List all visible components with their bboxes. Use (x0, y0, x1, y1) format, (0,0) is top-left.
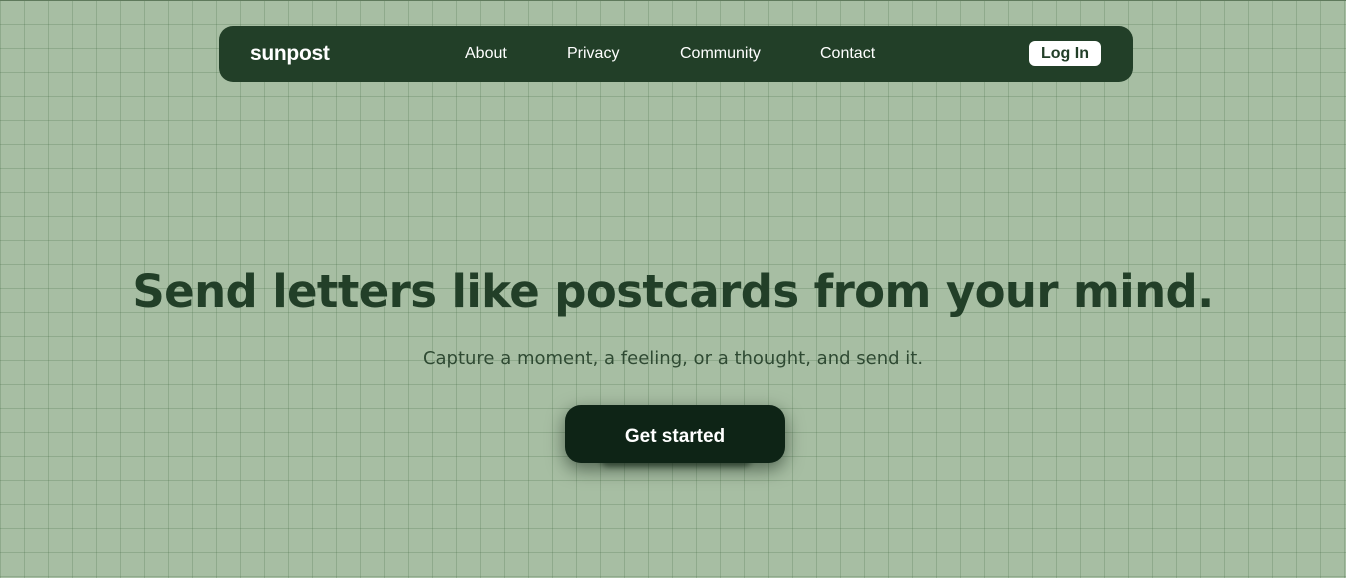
navbar: sunpost About Privacy Community Contact … (219, 26, 1133, 82)
hero-subtitle: Capture a moment, a feeling, or a though… (422, 348, 924, 369)
nav-link-about[interactable]: About (465, 26, 507, 82)
brand-logo[interactable]: sunpost (250, 26, 330, 82)
nav-link-contact[interactable]: Contact (820, 26, 875, 82)
login-button[interactable]: Log In (1029, 41, 1101, 66)
nav-link-community[interactable]: Community (680, 26, 761, 82)
get-started-button[interactable]: Get started (565, 405, 785, 463)
hero-title: Send letters like postcards from your mi… (132, 265, 1214, 318)
nav-link-privacy[interactable]: Privacy (567, 26, 619, 82)
